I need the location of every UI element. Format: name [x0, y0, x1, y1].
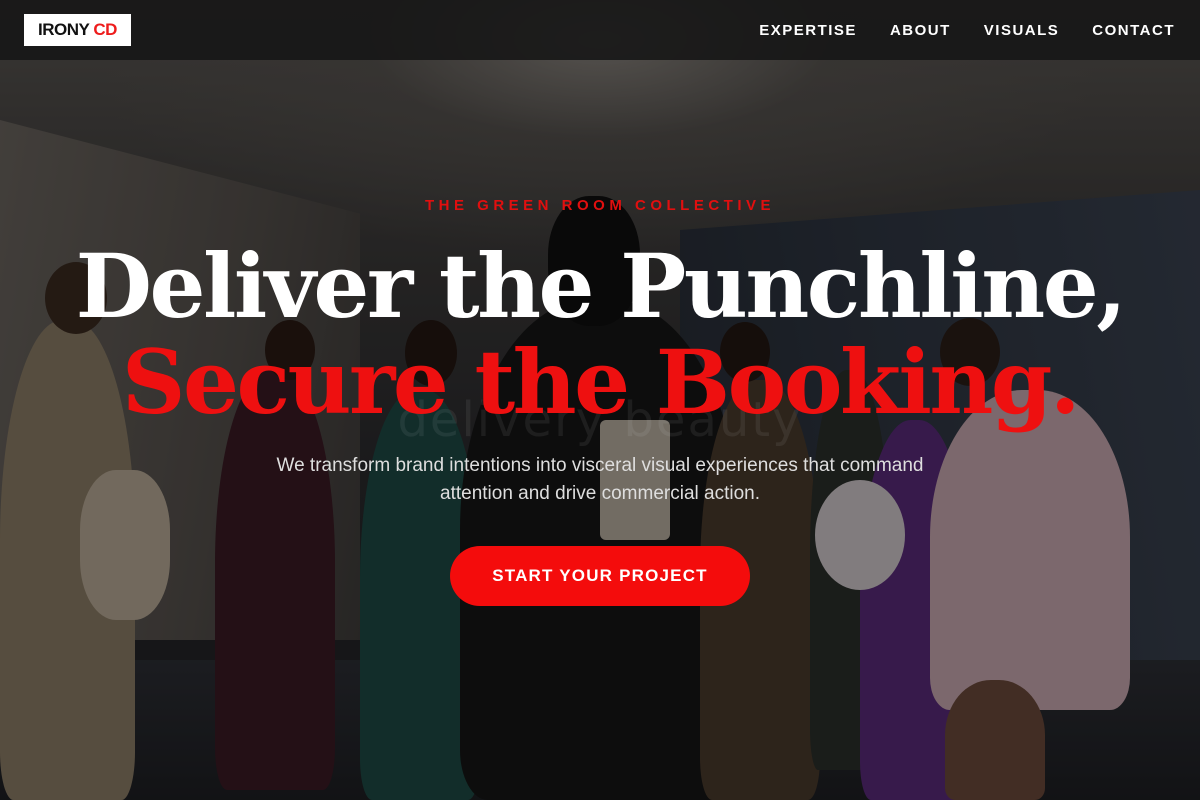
nav-link-expertise[interactable]: EXPERTISE	[759, 22, 857, 39]
logo-text-accent: CD	[93, 20, 117, 39]
hero-eyebrow: THE GREEN ROOM COLLECTIVE	[424, 197, 775, 214]
nav-link-contact[interactable]: CONTACT	[1092, 22, 1175, 39]
brand-logo[interactable]: IRONY CD	[24, 14, 131, 46]
main-nav: EXPERTISE ABOUT VISUALS CONTACT	[759, 0, 1175, 60]
nav-link-visuals[interactable]: VISUALS	[984, 22, 1060, 39]
headline-line-2: Secure the Booking.	[121, 330, 1081, 434]
nav-link-about[interactable]: ABOUT	[890, 22, 951, 39]
logo-text-primary: IRONY	[38, 20, 90, 39]
hero-subtext: We transform brand intentions into visce…	[276, 455, 924, 504]
top-navbar: IRONY CD EXPERTISE ABOUT VISUALS CONTACT	[0, 0, 1200, 60]
headline-line-1: Deliver the Punchline,	[75, 234, 1127, 338]
start-project-button[interactable]: START YOUR PROJECT	[450, 546, 750, 606]
hero-headline: Deliver the Punchline, Secure the Bookin…	[0, 238, 1200, 430]
